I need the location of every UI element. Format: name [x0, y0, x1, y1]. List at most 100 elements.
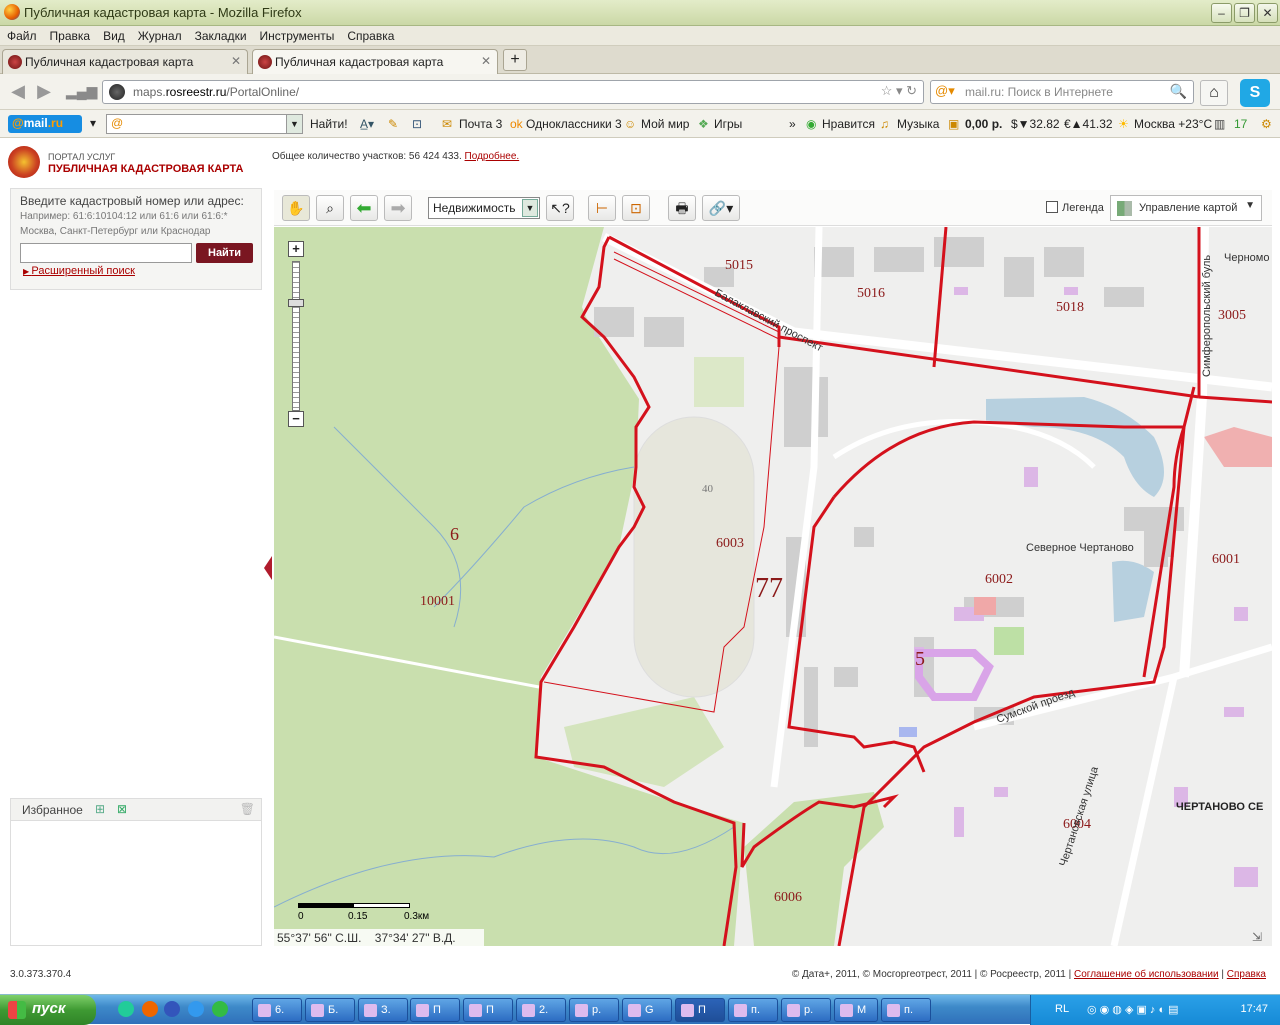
menu-history[interactable]: Журнал: [131, 26, 188, 43]
export-favorite-icon[interactable]: ⊠: [117, 802, 127, 816]
mailru-search-input[interactable]: @ ▼: [106, 114, 303, 134]
my-world-link[interactable]: Мой мир: [641, 117, 689, 131]
trash-icon[interactable]: 🗑: [240, 802, 255, 816]
close-button[interactable]: ✕: [1257, 3, 1278, 23]
menu-file[interactable]: Файл: [0, 26, 43, 43]
language-indicator[interactable]: RL: [1055, 1003, 1069, 1015]
taskbar-button[interactable]: 2.: [516, 998, 566, 1022]
menu-bookmarks[interactable]: Закладки: [188, 26, 253, 43]
start-button[interactable]: пуск: [0, 995, 96, 1025]
tray-icons[interactable]: ◎ ◉ ◍ ◈ ▣ ♪ ◐ ▤: [1087, 1003, 1179, 1016]
new-tab-button[interactable]: +: [503, 49, 527, 71]
previous-extent-icon[interactable]: ⬅: [350, 195, 378, 221]
layer-select[interactable]: Недвижимость ▼: [428, 197, 540, 219]
next-extent-icon[interactable]: ➡: [384, 195, 412, 221]
portal-name[interactable]: ПУБЛИЧНАЯ КАДАСТРОВАЯ КАРТА: [48, 163, 243, 175]
identify-cursor-icon[interactable]: ↖?: [546, 195, 574, 221]
zoom-in-button[interactable]: +: [288, 241, 304, 257]
zoom-out-button[interactable]: −: [288, 411, 304, 427]
russia-emblem-icon[interactable]: [8, 146, 40, 178]
find-button[interactable]: Найти: [196, 243, 253, 263]
zoom-slider-handle[interactable]: [288, 299, 304, 307]
menu-help[interactable]: Справка: [340, 26, 400, 43]
bookmark-star-icon[interactable]: ☆ ▾ ↻: [881, 83, 917, 99]
cadastral-map[interactable]: 6 10001 77 40 6003 5015 5016 5018 3005 6…: [274, 227, 1272, 946]
cadastral-search-input[interactable]: [20, 243, 192, 263]
mailru-logo[interactable]: @mail.ru: [8, 115, 82, 133]
zoom-page-icon[interactable]: ⊡: [412, 117, 422, 131]
resize-icon[interactable]: ⇲: [1252, 930, 1262, 944]
clock[interactable]: 17:47: [1240, 1003, 1268, 1015]
tab-close-icon[interactable]: ✕: [231, 54, 241, 68]
settings-gear-icon[interactable]: ⚙: [1261, 117, 1272, 131]
tab-close-icon[interactable]: ✕: [481, 54, 491, 68]
search-engine-icon[interactable]: @▾: [935, 83, 955, 99]
chevron-down-icon[interactable]: ▼: [286, 115, 302, 133]
map-canvas[interactable]: 6 10001 77 40 6003 5015 5016 5018 3005 6…: [274, 227, 1272, 946]
taskbar-button[interactable]: П: [463, 998, 513, 1022]
legend-toggle[interactable]: Легенда: [1046, 201, 1104, 214]
advanced-search-link[interactable]: ▶ Расширенный поиск: [23, 265, 135, 277]
skype-icon[interactable]: S: [1240, 79, 1270, 107]
taskbar-button[interactable]: р.: [569, 998, 619, 1022]
taskbar-button[interactable]: п.: [881, 998, 931, 1022]
maximize-button[interactable]: ❐: [1234, 3, 1255, 23]
mail-link[interactable]: Почта 3: [459, 117, 502, 131]
taskbar-button[interactable]: п.: [728, 998, 778, 1022]
taskbar-button[interactable]: 6.: [252, 998, 302, 1022]
measure-area-icon[interactable]: ⊡: [622, 195, 650, 221]
menu-tools[interactable]: Инструменты: [253, 26, 341, 43]
quicklaunch-icon[interactable]: [212, 1001, 228, 1017]
firefox-quicklaunch-icon[interactable]: [142, 1001, 158, 1017]
ie-quicklaunch-icon[interactable]: [188, 1001, 204, 1017]
media-player-icon[interactable]: [164, 1001, 180, 1017]
music-link[interactable]: Музыка: [897, 117, 939, 131]
zoom-slider-track[interactable]: [292, 261, 300, 411]
add-favorite-icon[interactable]: ⊞: [95, 802, 105, 816]
url-bar[interactable]: maps.rosreestr.ru/PortalOnline/ ☆ ▾ ↻: [102, 80, 924, 104]
more-link[interactable]: Подробнее.: [465, 151, 520, 162]
mailru-find-button[interactable]: Найти!: [310, 117, 348, 131]
taskbar-button[interactable]: Б.: [305, 998, 355, 1022]
taskbar-button[interactable]: З.: [358, 998, 408, 1022]
measure-distance-icon[interactable]: ⊢: [588, 195, 616, 221]
chevron-down-icon[interactable]: ▼: [522, 199, 538, 217]
font-size-icon[interactable]: A̲▾: [360, 117, 374, 131]
menu-view[interactable]: Вид: [96, 26, 131, 43]
taskbar-button[interactable]: М: [834, 998, 878, 1022]
taskbar-button[interactable]: G: [622, 998, 672, 1022]
eur-rate[interactable]: €▲41.32: [1064, 117, 1113, 131]
taskbar-button[interactable]: р.: [781, 998, 831, 1022]
odnoklassniki-link[interactable]: Одноклассники 3: [526, 117, 622, 131]
overflow-chevron-icon[interactable]: »: [789, 117, 796, 131]
browser-tab[interactable]: Публичная кадастровая карта ✕: [2, 49, 248, 74]
print-icon[interactable]: 🖶: [668, 195, 696, 221]
balance-value[interactable]: 0,00 р.: [965, 117, 1002, 131]
back-arrow-icon[interactable]: ◀: [6, 80, 30, 104]
site-identity-icon[interactable]: [109, 84, 125, 100]
quicklaunch-icon[interactable]: [118, 1001, 134, 1017]
collapse-panel-arrow-icon[interactable]: [264, 556, 272, 580]
minimize-button[interactable]: –: [1211, 3, 1232, 23]
pan-hand-icon[interactable]: ✋: [282, 195, 310, 221]
web-search-input[interactable]: @▾ mail.ru: Поиск в Интернете 🔍: [930, 80, 1194, 104]
terms-link[interactable]: Соглашение об использовании: [1074, 969, 1219, 980]
link-icon[interactable]: 🔗▾: [702, 195, 740, 221]
taskbar-button-active[interactable]: П: [675, 998, 725, 1022]
legend-checkbox[interactable]: [1046, 201, 1058, 213]
taskbar-button[interactable]: П: [410, 998, 460, 1022]
map-control-dropdown[interactable]: Управление картой ▼: [1110, 195, 1262, 221]
usd-rate[interactable]: $▼32.82: [1011, 117, 1060, 131]
menu-edit[interactable]: Правка: [43, 26, 97, 43]
forward-arrow-icon[interactable]: ▶: [32, 80, 56, 104]
traffic-score[interactable]: 17: [1234, 117, 1247, 131]
bar-chart-icon[interactable]: ▂▄▆: [66, 80, 97, 104]
games-link[interactable]: Игры: [714, 117, 742, 131]
help-link[interactable]: Справка: [1227, 969, 1266, 980]
highlight-icon[interactable]: ✎: [388, 117, 398, 131]
zoom-box-icon[interactable]: ⌕: [316, 195, 344, 221]
search-icon[interactable]: 🔍: [1170, 83, 1187, 100]
like-link[interactable]: Нравится: [822, 117, 875, 131]
weather-link[interactable]: Москва +23°C: [1134, 117, 1212, 131]
browser-tab-active[interactable]: Публичная кадастровая карта ✕: [252, 49, 498, 75]
